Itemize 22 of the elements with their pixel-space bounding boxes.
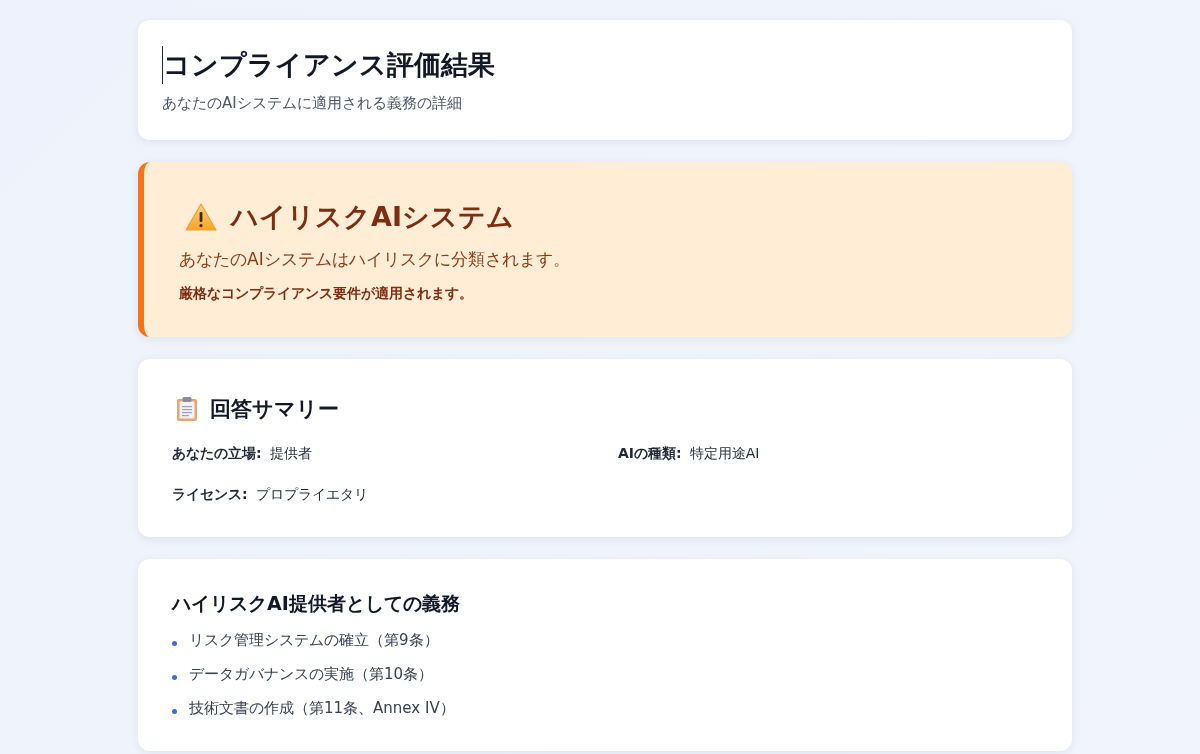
risk-description: あなたのAIシステムはハイリスクに分類されます。: [179, 248, 570, 271]
obligation-item: データガバナンスの実施（第10条）: [189, 664, 434, 685]
clipboard-icon: [176, 396, 198, 422]
obligation-item: リスク管理システムの確立（第9条）: [189, 630, 439, 651]
risk-note: 厳格なコンプライアンス要件が適用されます。: [179, 284, 473, 303]
obligations-title: ハイリスクAI提供者としての義務: [172, 591, 460, 616]
bullet-icon: [172, 708, 177, 714]
summary-label: あなたの立場:: [172, 444, 262, 463]
summary-value: 特定用途AI: [689, 444, 760, 463]
bullet-icon: [172, 674, 177, 680]
summary-title: 回答サマリー: [210, 396, 339, 423]
summary-value: 提供者: [269, 444, 312, 463]
page-title: コンプライアンス評価結果: [163, 48, 495, 82]
text-cursor: [162, 46, 163, 84]
obligation-item: 技術文書の作成（第11条、Annex IV）: [189, 698, 455, 719]
warning-icon: [185, 203, 217, 231]
summary-label: AIの種類:: [618, 444, 682, 463]
risk-title: ハイリスクAIシステム: [231, 200, 514, 234]
bullet-icon: [172, 640, 177, 646]
page-subtitle: あなたのAIシステムに適用される義務の詳細: [162, 93, 462, 113]
summary-label: ライセンス:: [172, 485, 248, 504]
summary-value: プロプライエタリ: [255, 485, 368, 504]
